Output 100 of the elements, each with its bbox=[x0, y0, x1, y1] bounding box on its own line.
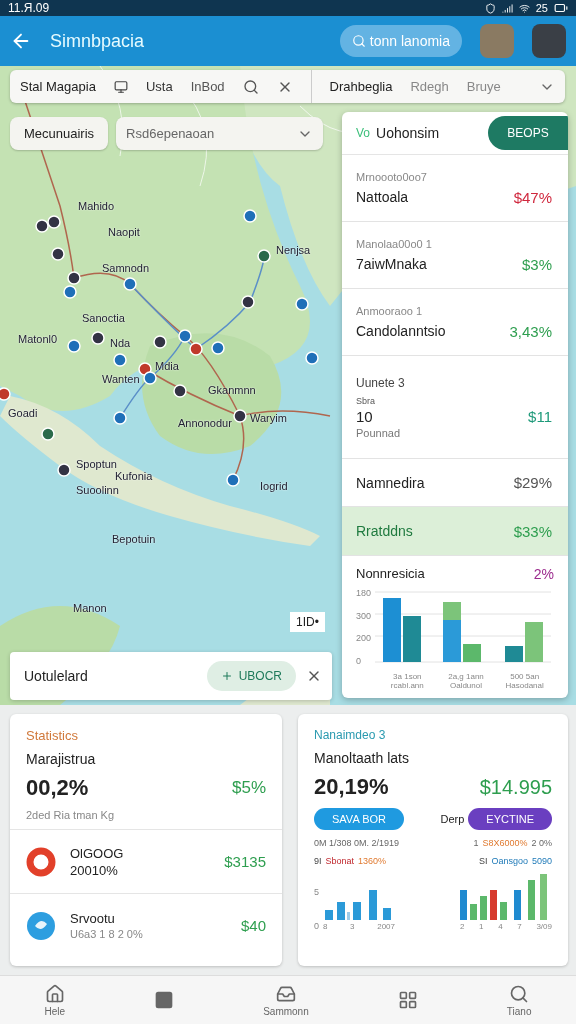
axis-label: 8 bbox=[323, 922, 328, 931]
result-row[interactable]: Rratddns $33% bbox=[342, 507, 568, 556]
item-subtitle: U6a3 1 8 2 0% bbox=[70, 928, 143, 940]
axis-label: 3a 1son bbox=[393, 672, 422, 681]
item-title: Srvootu bbox=[70, 911, 116, 926]
battery-level: 25 bbox=[535, 2, 548, 14]
dropdown[interactable]: Rsd6epenaoan bbox=[116, 117, 324, 150]
map-pin[interactable] bbox=[295, 297, 309, 311]
chart-bar bbox=[347, 912, 350, 920]
axis-tick: 300 bbox=[356, 610, 372, 621]
panel-prefix: Vo bbox=[356, 125, 370, 140]
map-pin[interactable] bbox=[243, 209, 257, 223]
legend-text: 9I bbox=[314, 856, 322, 866]
nav-item[interactable]: Sammonn bbox=[263, 983, 309, 1017]
photo-placeholder[interactable] bbox=[532, 24, 566, 58]
search-icon[interactable] bbox=[242, 78, 259, 95]
nav-item[interactable] bbox=[154, 990, 175, 1010]
card-label: Manoltaath lats bbox=[314, 750, 410, 766]
row-number: 10 bbox=[356, 407, 373, 425]
axis-label: 3 bbox=[350, 922, 355, 931]
row-value: $29% bbox=[513, 474, 552, 492]
search-query[interactable]: Stal Magapia bbox=[20, 79, 96, 94]
map-pin[interactable] bbox=[153, 335, 167, 349]
item-value: $3135 bbox=[224, 853, 266, 870]
legend-text: 1360% bbox=[358, 856, 387, 866]
map-pin[interactable] bbox=[0, 387, 11, 401]
map-pin[interactable] bbox=[233, 409, 247, 423]
map-label: Suoolinn bbox=[76, 484, 119, 496]
map-pin[interactable] bbox=[63, 285, 77, 299]
result-row[interactable]: Manolaa00o0 1 7aiwMnaka $3% bbox=[342, 222, 568, 290]
map-pin[interactable] bbox=[123, 277, 137, 291]
result-row[interactable]: Namnedira $29% bbox=[342, 458, 568, 508]
result-row[interactable]: Mrnoooto0oo7 Nattoala $47% bbox=[342, 154, 568, 223]
item-value: $40 bbox=[240, 917, 266, 934]
item-subtitle: 20010% bbox=[70, 862, 119, 878]
filter-label[interactable]: InBod bbox=[190, 79, 225, 94]
map-label: Bepotuin bbox=[112, 533, 156, 545]
row-name: Candolanntsio bbox=[356, 323, 446, 340]
panel-title: Uohonsim bbox=[376, 124, 440, 141]
row-value: 3,43% bbox=[509, 322, 552, 340]
row-value: $3% bbox=[521, 255, 552, 273]
map-pin[interactable] bbox=[57, 463, 71, 477]
item-title: OlGOOG bbox=[70, 845, 124, 861]
row-note: Pounnad bbox=[356, 426, 402, 439]
info-text: 2 0% bbox=[531, 838, 552, 848]
map-pin[interactable] bbox=[178, 329, 192, 343]
map-label: Goadi bbox=[8, 407, 38, 419]
card-change: $5% bbox=[231, 778, 266, 798]
chart-bar bbox=[403, 616, 422, 662]
map-pin[interactable] bbox=[113, 411, 127, 425]
stat-item[interactable]: OlGOOG 20010% $3135 bbox=[10, 829, 282, 893]
toast-title: Uotulelard bbox=[24, 668, 88, 684]
map-pin[interactable] bbox=[67, 271, 81, 285]
search-icon bbox=[509, 983, 530, 1004]
chart-bar bbox=[369, 890, 377, 920]
panel-button[interactable]: BEOPS bbox=[488, 115, 568, 150]
map-pin[interactable] bbox=[189, 342, 203, 356]
map-pin[interactable] bbox=[226, 473, 240, 487]
legend-text: SI bbox=[478, 856, 488, 866]
square-icon bbox=[154, 990, 175, 1010]
card-heading: Nanaimdeo 3 bbox=[314, 728, 387, 742]
filter-label[interactable]: Usta bbox=[145, 79, 173, 94]
map-pin[interactable] bbox=[91, 331, 105, 345]
region-label[interactable]: Drahbeglia bbox=[329, 79, 393, 94]
map-label: Kufonia bbox=[115, 470, 153, 482]
axis-tick: 180 bbox=[356, 588, 372, 598]
nav-item[interactable] bbox=[397, 990, 418, 1010]
action-button[interactable]: UBOCR bbox=[206, 661, 296, 691]
axis-label: 2a,g 1ann bbox=[448, 672, 484, 681]
row-name: Rratddns bbox=[356, 523, 413, 540]
filter-chip[interactable]: Mecunuairis bbox=[10, 117, 109, 150]
map-pin[interactable] bbox=[257, 249, 271, 263]
row-name: Nattoala bbox=[356, 189, 409, 205]
date-range: 0M 1/308 0M. 2/1919 bbox=[314, 838, 400, 848]
pill-button[interactable]: EYCTINE bbox=[468, 808, 552, 830]
map-pin[interactable] bbox=[143, 371, 157, 385]
map-pin[interactable] bbox=[211, 341, 225, 355]
stat-item[interactable]: Srvootu U6a3 1 8 2 0% $40 bbox=[10, 893, 282, 957]
legend-text: Oansgoo bbox=[491, 856, 528, 866]
nav-item[interactable]: Tiano bbox=[506, 983, 532, 1017]
axis-label: rcabl.ann bbox=[390, 681, 424, 690]
map-pin[interactable] bbox=[113, 353, 127, 367]
chart-bar bbox=[540, 874, 547, 920]
map-pin[interactable] bbox=[241, 295, 255, 309]
map-label: Samnodn bbox=[102, 262, 150, 274]
map-pin[interactable] bbox=[67, 339, 81, 353]
map-pin[interactable] bbox=[305, 351, 319, 365]
map-label: Mahido bbox=[78, 200, 115, 212]
nav-item[interactable]: Hele bbox=[44, 983, 66, 1017]
card-figure: 20,19% bbox=[314, 774, 389, 800]
map-pin[interactable] bbox=[47, 215, 61, 229]
map-pin[interactable] bbox=[173, 384, 187, 398]
axis-label: 3/09 bbox=[536, 922, 552, 931]
map-pin[interactable] bbox=[41, 427, 55, 441]
result-row[interactable]: Uunete 3 Sbra 10 $11 Pounnad bbox=[342, 356, 568, 459]
map-pin[interactable] bbox=[51, 247, 65, 261]
result-row[interactable]: Anmooraoo 1 Candolanntsio 3,43% bbox=[342, 289, 568, 357]
map-pin[interactable] bbox=[35, 219, 49, 233]
axis-label: 2 bbox=[460, 922, 465, 931]
map-label: Gkanmnn bbox=[208, 384, 256, 396]
